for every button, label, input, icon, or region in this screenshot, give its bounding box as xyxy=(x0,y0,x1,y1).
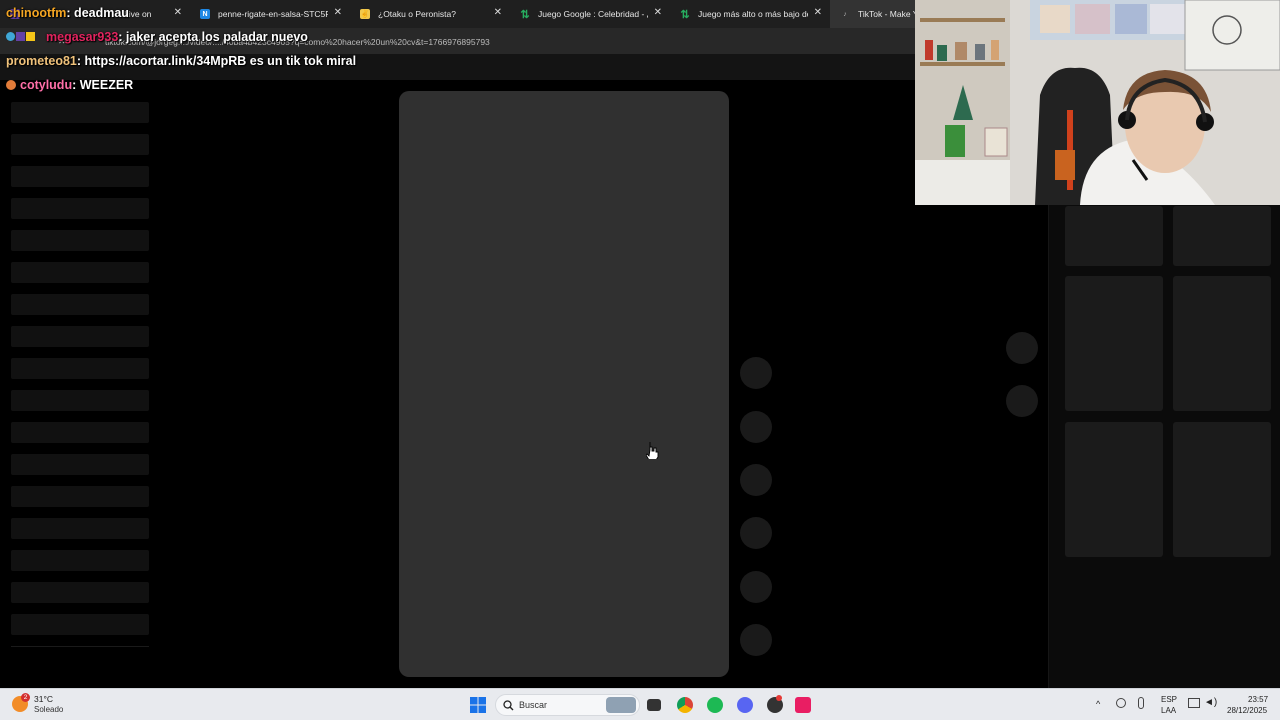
tab-label: penne-rigate-en-salsa-STC5RY xyxy=(218,9,328,19)
hand-cursor-icon xyxy=(646,442,659,459)
skeleton-row xyxy=(11,358,149,379)
skeleton-row xyxy=(11,230,149,251)
related-video-card[interactable] xyxy=(1173,206,1271,266)
chat-text: : deadmau xyxy=(66,6,129,20)
tab-juego-celebridad[interactable]: ⇅ Juego Google : Celebridad - ¿C ✕ xyxy=(510,0,670,28)
close-tab-icon[interactable]: ✕ xyxy=(494,7,502,18)
chrome-icon[interactable] xyxy=(677,697,693,713)
skeleton-row xyxy=(11,454,149,475)
skeleton-row xyxy=(11,390,149,411)
tab-juego-alto-bajo[interactable]: ⇅ Juego más alto o más bajo de ✕ xyxy=(670,0,830,28)
chat-text: : WEEZER xyxy=(72,78,134,92)
webcam-overlay xyxy=(915,0,1280,205)
divider xyxy=(11,646,149,647)
search-placeholder: Buscar xyxy=(519,700,548,710)
like-button[interactable] xyxy=(740,357,772,389)
skeleton-row xyxy=(11,326,149,347)
skeleton-row xyxy=(11,518,149,539)
chat-username: megasar933 xyxy=(46,30,119,44)
tab-label: Juego más alto o más bajo de xyxy=(698,9,808,19)
skeleton-row xyxy=(11,294,149,315)
related-video-card[interactable] xyxy=(1173,276,1271,411)
weather-condition[interactable]: Soleado xyxy=(34,705,63,714)
skeleton-row xyxy=(11,134,149,155)
right-panel xyxy=(1048,204,1280,688)
arrows-icon: ⇅ xyxy=(680,8,690,21)
tab-label: ¿Otaku o Peronista? xyxy=(378,9,456,19)
skeleton-row xyxy=(11,262,149,283)
language-code[interactable]: ESP xyxy=(1161,695,1177,704)
music-button[interactable] xyxy=(740,624,772,656)
display-icon[interactable] xyxy=(1188,698,1200,708)
weather-temperature[interactable]: 31°C xyxy=(34,694,53,704)
streamer-webcam-image xyxy=(915,0,1280,205)
microphone-icon[interactable] xyxy=(1138,697,1144,709)
tiktok-app-icon[interactable] xyxy=(795,697,811,713)
related-video-card[interactable] xyxy=(1065,422,1163,557)
comment-button[interactable] xyxy=(740,411,772,443)
chat-username: cotyludu xyxy=(20,78,73,92)
action-button[interactable] xyxy=(740,571,772,603)
taskbar-search[interactable]: Buscar xyxy=(495,694,640,716)
skeleton-row xyxy=(11,614,149,635)
close-tab-icon[interactable]: ✕ xyxy=(174,7,182,18)
skeleton-row xyxy=(11,102,149,123)
clock-date[interactable]: 28/12/2025 xyxy=(1227,706,1267,715)
badge-icon xyxy=(6,80,16,90)
skeleton-row xyxy=(11,582,149,603)
share-button[interactable] xyxy=(740,517,772,549)
chat-message: cotyludu: WEEZER xyxy=(6,78,133,92)
volume-icon[interactable]: ◄) xyxy=(1204,697,1217,708)
search-highlight-icon xyxy=(606,697,636,713)
windows-taskbar: 2 31°C Soleado Buscar ^ ESP LAA ◄) 23:57… xyxy=(0,688,1280,720)
arrows-icon: ⇅ xyxy=(520,8,530,21)
document-icon: N xyxy=(200,9,210,19)
notification-badge: 2 xyxy=(21,693,30,702)
skeleton-row xyxy=(11,198,149,219)
skeleton-row xyxy=(11,422,149,443)
keyboard-layout[interactable]: LAA xyxy=(1161,706,1176,715)
badges-icon xyxy=(6,30,46,44)
next-video-button[interactable] xyxy=(1006,385,1038,417)
tab-document[interactable]: N penne-rigate-en-salsa-STC5RY ✕ xyxy=(190,0,350,28)
skeleton-row xyxy=(11,550,149,571)
previous-video-button[interactable] xyxy=(1006,332,1038,364)
chat-message: chinootfm: deadmau xyxy=(6,6,129,20)
related-video-card[interactable] xyxy=(1173,422,1271,557)
file-explorer-icon[interactable] xyxy=(647,699,661,711)
skeleton-row xyxy=(11,486,149,507)
close-tab-icon[interactable]: ✕ xyxy=(654,7,662,18)
tab-label: Juego Google : Celebridad - ¿C xyxy=(538,9,648,19)
chat-message: megasar933: jaker acepta los paladar nue… xyxy=(6,30,308,44)
bookmark-button[interactable] xyxy=(740,464,772,496)
skeleton-row xyxy=(11,166,149,187)
peace-hand-icon: ✌ xyxy=(360,9,370,19)
discord-icon[interactable] xyxy=(737,697,753,713)
search-icon xyxy=(503,700,514,711)
tiktok-icon: ♪ xyxy=(843,10,847,18)
windows-start-icon[interactable] xyxy=(470,697,486,713)
chat-text: : https://acortar.link/34MpRB es un tik … xyxy=(76,54,357,68)
related-video-card[interactable] xyxy=(1065,206,1163,266)
chevron-up-icon[interactable]: ^ xyxy=(1096,699,1100,709)
chat-username: prometeo81 xyxy=(6,54,77,68)
chat-message: prometeo81: https://acortar.link/34MpRB … xyxy=(6,54,356,68)
chat-username: chinootfm xyxy=(6,6,67,20)
recording-dot-icon xyxy=(776,695,782,701)
close-tab-icon[interactable]: ✕ xyxy=(814,7,822,18)
clock-time[interactable]: 23:57 xyxy=(1248,695,1268,704)
network-status-icon[interactable] xyxy=(1116,698,1126,708)
related-video-card[interactable] xyxy=(1065,276,1163,411)
video-placeholder[interactable] xyxy=(399,91,729,677)
screen: Live on ✕ N penne-rigate-en-salsa-STC5RY… xyxy=(0,0,1280,720)
close-tab-icon[interactable]: ✕ xyxy=(334,7,342,18)
tab-otaku[interactable]: ✌ ¿Otaku o Peronista? ✕ xyxy=(350,0,510,28)
spotify-icon[interactable] xyxy=(707,697,723,713)
chat-text: : jaker acepta los paladar nuevo xyxy=(118,30,308,44)
